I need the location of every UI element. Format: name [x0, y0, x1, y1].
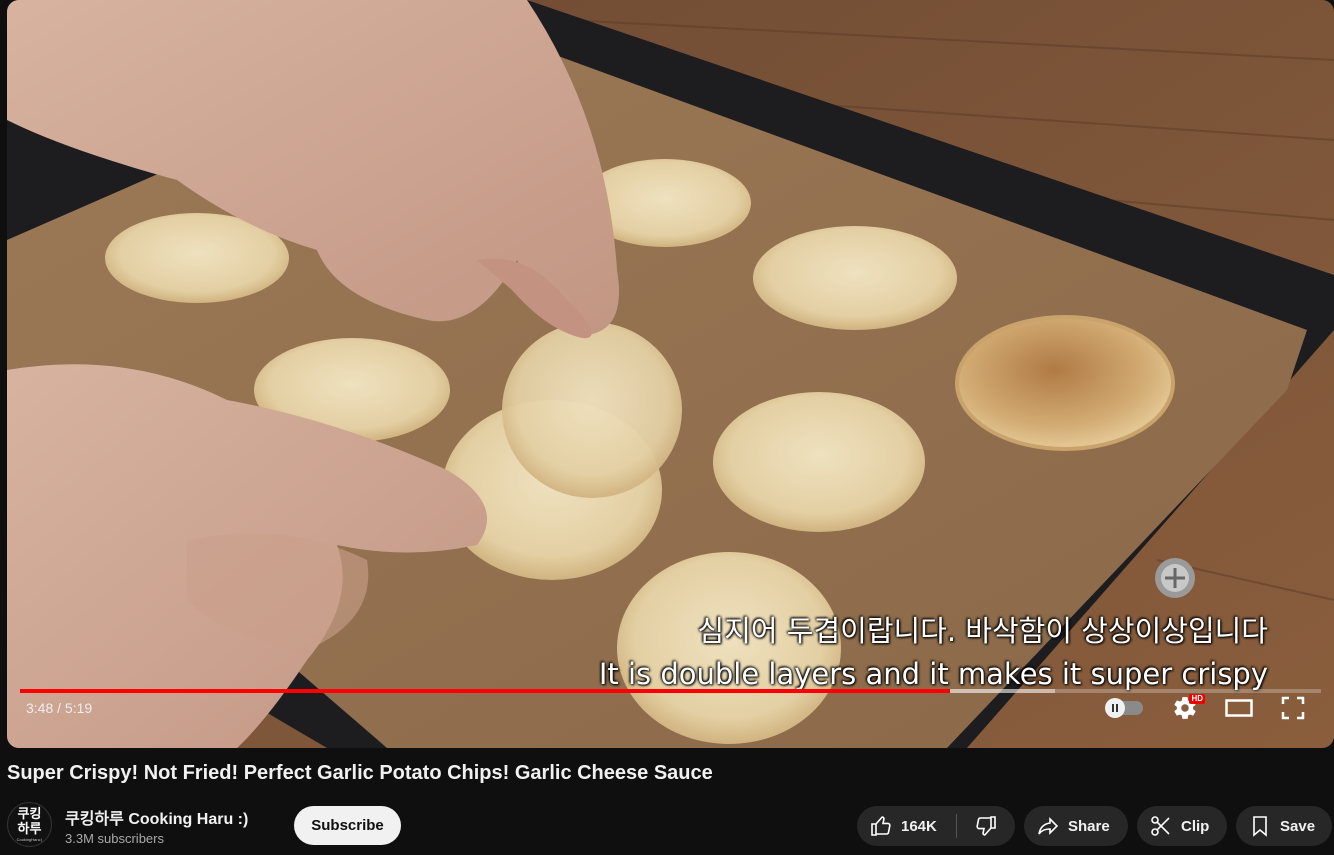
subscribe-button[interactable]: Subscribe — [294, 806, 401, 845]
player-controls: 3:48 / 5:19 HD — [7, 688, 1334, 748]
hd-badge: HD — [1189, 694, 1205, 704]
share-label: Share — [1068, 817, 1110, 835]
channel-avatar[interactable]: 쿠킹 하루 CookingHaru:) — [7, 802, 52, 847]
autoplay-toggle[interactable] — [1105, 688, 1145, 728]
thumbs-down-icon — [976, 816, 996, 836]
share-button[interactable]: Share — [1024, 806, 1128, 846]
video-title: Super Crispy! Not Fried! Perfect Garlic … — [7, 762, 713, 784]
time-display: 3:48 / 5:19 — [26, 700, 93, 716]
scissors-icon — [1151, 816, 1170, 836]
thumbs-up-icon — [871, 816, 891, 836]
like-dislike-group: 164K — [857, 806, 1015, 846]
caption-korean: 심지어 두겹이랍니다. 바삭함이 상상이상입니다 — [697, 614, 1268, 648]
bookmark-icon — [1253, 816, 1267, 837]
channel-name[interactable]: 쿠킹하루 Cooking Haru :) — [65, 805, 248, 829]
save-button[interactable]: Save — [1236, 806, 1332, 846]
avatar-text: 쿠킹 하루 — [17, 806, 42, 837]
avatar-subtext: CookingHaru:) — [16, 836, 43, 842]
fullscreen-icon — [1281, 696, 1305, 720]
theater-mode-button[interactable] — [1219, 688, 1259, 728]
autoplay-toggle-icon — [1105, 698, 1143, 718]
theater-mode-icon — [1225, 699, 1253, 717]
captions: 심지어 두겹이랍니다. 바삭함이 상상이상입니다 It is double la… — [599, 610, 1268, 696]
clip-button[interactable]: Clip — [1137, 806, 1227, 846]
dislike-button[interactable] — [957, 806, 1015, 846]
like-count: 164K — [901, 817, 937, 835]
fullscreen-button[interactable] — [1273, 688, 1313, 728]
clip-label: Clip — [1181, 817, 1210, 835]
video-player[interactable]: 심지어 두겹이랍니다. 바삭함이 상상이상입니다 It is double la… — [7, 0, 1334, 748]
like-button[interactable]: 164K — [857, 806, 956, 846]
subscriber-count: 3.3M subscribers — [65, 831, 164, 846]
save-label: Save — [1280, 817, 1316, 835]
share-icon — [1038, 817, 1059, 835]
settings-button[interactable]: HD — [1167, 688, 1205, 728]
